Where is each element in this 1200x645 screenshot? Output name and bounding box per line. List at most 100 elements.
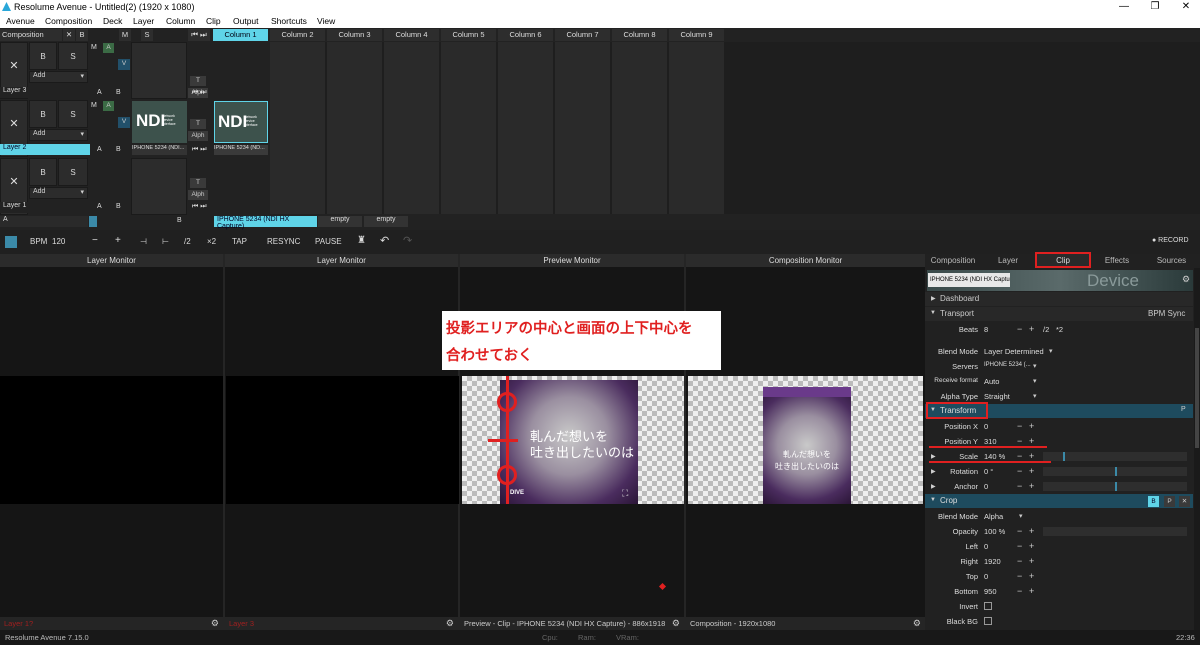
- square-icon[interactable]: [5, 236, 17, 248]
- layer-blend-dropdown[interactable]: Add ▾: [29, 187, 88, 199]
- minimize-button[interactable]: —: [1114, 1, 1134, 12]
- crop-bypass-button[interactable]: B: [1148, 496, 1159, 507]
- close-window-button[interactable]: ✕: [1176, 1, 1196, 12]
- composition-label[interactable]: Composition: [0, 29, 62, 41]
- scale-plus[interactable]: +: [1029, 451, 1034, 461]
- composition-solo-button[interactable]: S: [141, 29, 153, 41]
- crop-remove-button[interactable]: ✕: [1179, 496, 1190, 507]
- scale-minus[interactable]: −: [1017, 451, 1022, 461]
- rotation-minus[interactable]: −: [1017, 466, 1022, 476]
- bpm-value[interactable]: 120: [52, 237, 65, 246]
- slider-handle[interactable]: [1063, 452, 1065, 461]
- layer-alpha-button[interactable]: Alph: [188, 131, 208, 141]
- layer-transition-button[interactable]: T: [190, 119, 206, 129]
- opacity-value[interactable]: 100 %: [984, 527, 1005, 536]
- servers-value[interactable]: IPHONE 5234 (...: [984, 362, 1031, 368]
- tab-sources[interactable]: Sources: [1143, 254, 1200, 268]
- layer-clip-thumb[interactable]: [131, 158, 187, 215]
- layer-solo-button[interactable]: S: [58, 158, 88, 186]
- crop-preset-button[interactable]: P: [1164, 496, 1175, 507]
- position-y-value[interactable]: 310: [984, 437, 997, 446]
- crop-left-minus[interactable]: −: [1017, 541, 1022, 551]
- slider-handle[interactable]: [1115, 467, 1117, 476]
- dashboard-section[interactable]: Dashboard: [925, 292, 1193, 306]
- layer-a-button[interactable]: A: [103, 101, 114, 111]
- transport-mode[interactable]: BPM Sync: [1148, 307, 1185, 321]
- redo-icon[interactable]: ↷: [403, 234, 412, 247]
- crop-left-plus[interactable]: +: [1029, 541, 1034, 551]
- bpm-double-button[interactable]: ×2: [207, 237, 216, 246]
- layer-blend-dropdown[interactable]: Add ▾: [29, 71, 88, 83]
- scrollbar-thumb[interactable]: [1195, 328, 1199, 448]
- menu-view[interactable]: View: [317, 16, 335, 26]
- beats-half[interactable]: /2: [1043, 325, 1049, 334]
- bpm-minus-button[interactable]: −: [92, 235, 98, 246]
- layer-video-button[interactable]: V: [118, 59, 130, 70]
- undo-icon[interactable]: ↶: [380, 234, 389, 247]
- column-header-8[interactable]: Column 8: [612, 29, 667, 41]
- layer-2-ndi-thumb[interactable]: NDI Network Device Interface: [132, 101, 187, 143]
- opacity-plus[interactable]: +: [1029, 526, 1034, 536]
- menu-column[interactable]: Column: [166, 16, 195, 26]
- column-header-6[interactable]: Column 6: [498, 29, 553, 41]
- layer-blend-dropdown[interactable]: Add ▾: [29, 129, 88, 141]
- slider-handle[interactable]: [1115, 482, 1117, 491]
- layer-clip-thumb[interactable]: [131, 42, 187, 99]
- gear-icon[interactable]: ⚙: [211, 618, 219, 629]
- deck-a-crossfader[interactable]: A: [0, 216, 88, 227]
- layer-2-nav[interactable]: ⏮ ⏭: [192, 146, 207, 154]
- layer-a-button[interactable]: A: [103, 43, 114, 53]
- anchor-minus[interactable]: −: [1017, 481, 1022, 491]
- layer-2-ab-a[interactable]: A: [97, 146, 102, 153]
- tab-layer[interactable]: Layer: [981, 254, 1035, 268]
- receive-format-value[interactable]: Auto: [984, 377, 999, 386]
- menu-clip[interactable]: Clip: [206, 16, 221, 26]
- crop-bottom-plus[interactable]: +: [1029, 586, 1034, 596]
- pause-button[interactable]: PAUSE: [315, 237, 342, 246]
- rotation-plus[interactable]: +: [1029, 466, 1034, 476]
- bpm-half-button[interactable]: /2: [184, 237, 191, 246]
- deck-empty-tab-2[interactable]: empty: [364, 216, 408, 227]
- black-bg-checkbox[interactable]: [984, 617, 992, 625]
- crop-left-value[interactable]: 0: [984, 542, 988, 551]
- layer-bypass-button[interactable]: B: [29, 42, 57, 70]
- rotation-slider[interactable]: [1043, 467, 1187, 476]
- crop-top-plus[interactable]: +: [1029, 571, 1034, 581]
- deck-clip-tab[interactable]: IPHONE 5234 (NDI HX Capture): [214, 216, 317, 230]
- anchor-value[interactable]: 0: [984, 482, 988, 491]
- layer-1-ab-b[interactable]: B: [116, 203, 121, 210]
- crop-right-value[interactable]: 1920: [984, 557, 1001, 566]
- beats-plus[interactable]: +: [1029, 324, 1034, 334]
- record-button[interactable]: ● RECORD: [1152, 237, 1189, 244]
- crossfader-handle[interactable]: [89, 216, 97, 227]
- tab-composition[interactable]: Composition: [925, 254, 981, 268]
- crop-blend-value[interactable]: Alpha: [984, 512, 1003, 521]
- nudge-left-icon[interactable]: ⊣: [140, 237, 147, 246]
- menu-layer[interactable]: Layer: [133, 16, 154, 26]
- beats-double[interactable]: *2: [1056, 325, 1063, 334]
- layer-mute-button[interactable]: M: [91, 44, 97, 51]
- layer-2-ab-b[interactable]: B: [116, 146, 121, 153]
- scale-slider[interactable]: [1043, 452, 1187, 461]
- metronome-icon[interactable]: ♜: [357, 235, 366, 246]
- clip-name-field[interactable]: IPHONE 5234 (NDI HX Captu...: [928, 273, 1010, 287]
- position-y-minus[interactable]: −: [1017, 436, 1022, 446]
- scale-value[interactable]: 140 %: [984, 452, 1005, 461]
- column-header-3[interactable]: Column 3: [327, 29, 382, 41]
- composition-bypass-button[interactable]: B: [76, 29, 88, 41]
- gear-icon[interactable]: ⚙: [1182, 274, 1190, 285]
- layer-name-2[interactable]: Layer 2: [0, 144, 90, 155]
- tab-effects[interactable]: Effects: [1091, 254, 1143, 268]
- position-x-minus[interactable]: −: [1017, 421, 1022, 431]
- crop-right-plus[interactable]: +: [1029, 556, 1034, 566]
- layer-solo-button[interactable]: S: [58, 42, 88, 70]
- layer-alpha-button[interactable]: Alph: [188, 190, 208, 200]
- position-x-plus[interactable]: +: [1029, 421, 1034, 431]
- crop-bottom-minus[interactable]: −: [1017, 586, 1022, 596]
- layer-transition-button[interactable]: T: [190, 178, 206, 188]
- opacity-minus[interactable]: −: [1017, 526, 1022, 536]
- layer-name-1[interactable]: Layer 1: [0, 202, 90, 213]
- bpm-plus-button[interactable]: +: [115, 235, 121, 246]
- menu-deck[interactable]: Deck: [103, 16, 122, 26]
- beats-value[interactable]: 8: [984, 325, 988, 334]
